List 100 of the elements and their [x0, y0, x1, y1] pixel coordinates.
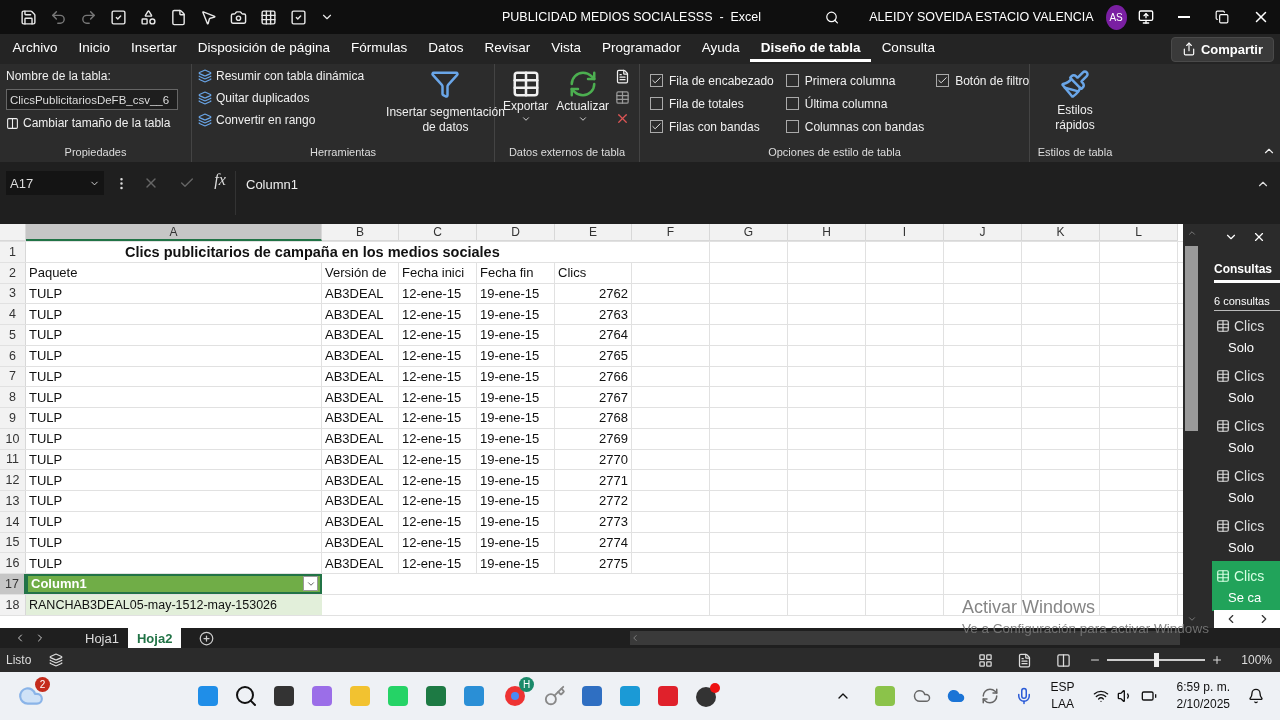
row-header[interactable]: 1 [0, 242, 26, 262]
checkbox-label[interactable]: Fila de totales [669, 96, 744, 111]
menu-tab[interactable]: Programador [591, 36, 692, 62]
quick-styles-button[interactable]: Estilos rápidos [1053, 69, 1097, 146]
name-box[interactable]: A17 [6, 171, 104, 195]
browser-icon[interactable] [615, 90, 631, 105]
file-icon[interactable] [170, 8, 187, 26]
office-icon[interactable] [656, 684, 680, 708]
row-header[interactable]: 3 [0, 283, 26, 304]
key-icon[interactable] [544, 685, 566, 707]
checkbox-icon[interactable] [110, 8, 127, 26]
row-header[interactable]: 9 [0, 408, 26, 428]
row-header[interactable]: 4 [0, 304, 26, 324]
grid-icon[interactable] [260, 8, 277, 26]
menu-tab[interactable]: Insertar [120, 36, 188, 62]
checkbox-label[interactable]: Fila de encabezado [669, 73, 774, 88]
sheet-tab[interactable]: Hoja2 [127, 628, 182, 648]
recorder-icon[interactable] [694, 683, 720, 709]
pointer-icon[interactable] [200, 8, 217, 26]
scroll-up-icon[interactable] [1186, 228, 1197, 238]
checkbox[interactable] [650, 74, 663, 87]
query-item[interactable]: Clics Solo [1212, 311, 1280, 361]
excel-icon[interactable] [424, 684, 448, 708]
menu-tab[interactable]: Archivo [2, 36, 68, 62]
monitor-icon[interactable] [462, 684, 486, 708]
checkbox-icon[interactable] [290, 8, 307, 26]
menu-tab[interactable]: Inicio [68, 36, 121, 62]
checkbox[interactable] [785, 74, 799, 87]
table-name-field[interactable]: ClicsPublicitariosDeFB_csv__6 [6, 89, 178, 110]
save-icon[interactable] [20, 8, 37, 26]
resize-table-button[interactable]: Cambiar tamaño de la tabla [6, 116, 178, 130]
column-header[interactable]: J [944, 224, 1022, 241]
sheet-tab[interactable]: Hoja1 [76, 628, 128, 648]
menu-tab[interactable]: Datos [417, 36, 474, 62]
menu-tab[interactable]: Vista [540, 36, 592, 62]
store-icon[interactable] [580, 684, 604, 708]
refresh-button[interactable]: Actualizar [554, 69, 612, 146]
column-header[interactable]: E [555, 224, 632, 241]
close-icon[interactable] [1252, 230, 1266, 244]
tool-button[interactable]: Convertir en rango [198, 113, 365, 127]
row-header[interactable]: 12 [0, 470, 26, 490]
clock[interactable]: 6:59 p. m. 2/10/2025 [1176, 679, 1230, 713]
menu-tab[interactable]: Disposición de página [187, 36, 341, 62]
query-item[interactable]: Clics Solo [1212, 461, 1280, 511]
column-header[interactable]: I [866, 224, 944, 241]
row-header[interactable]: 17 [0, 574, 26, 594]
sync-icon[interactable] [980, 687, 999, 705]
checkbox-label[interactable]: Primera columna [804, 73, 896, 88]
user-avatar[interactable]: AS [1105, 4, 1127, 30]
row-header[interactable]: 6 [0, 345, 26, 366]
column-header[interactable]: A [26, 224, 322, 241]
scroll-down-icon[interactable] [1186, 614, 1197, 624]
column-header[interactable]: F [632, 224, 710, 241]
query-item[interactable]: Clics Solo [1212, 361, 1280, 411]
cloud-icon[interactable] [912, 687, 931, 705]
checkbox[interactable] [650, 97, 663, 110]
tool-button[interactable]: Quitar duplicados [198, 91, 365, 105]
row-header[interactable]: 16 [0, 553, 26, 573]
column-header[interactable]: G [710, 224, 788, 241]
search-icon[interactable] [234, 684, 258, 708]
copilot-icon[interactable] [310, 684, 334, 708]
column-header[interactable]: C [399, 224, 477, 241]
column-header[interactable]: L [1100, 224, 1178, 241]
row-header[interactable]: 8 [0, 387, 26, 407]
checkbox[interactable] [785, 120, 799, 133]
shapes-icon[interactable] [140, 8, 157, 26]
task-view-icon[interactable] [272, 684, 296, 708]
row-header[interactable]: 11 [0, 449, 26, 470]
query-item[interactable]: Clics Solo [1212, 511, 1280, 561]
row-header[interactable]: 10 [0, 428, 26, 449]
tool-button[interactable]: Resumir con tabla dinámica [198, 69, 365, 83]
zoom-in-icon[interactable] [1211, 654, 1224, 666]
wifi-icon[interactable] [1092, 688, 1109, 704]
language-indicator[interactable]: ESP LAA [1050, 679, 1075, 713]
scroll-thumb[interactable] [1185, 246, 1198, 431]
page-break-icon[interactable] [1056, 652, 1072, 668]
undo-icon[interactable] [50, 8, 67, 26]
checkbox[interactable] [785, 97, 799, 110]
menu-tab[interactable]: Ayuda [691, 36, 751, 62]
checkbox-label[interactable]: Botón de filtro [955, 73, 1030, 88]
camera-icon[interactable] [230, 8, 247, 26]
insert-function-button[interactable]: fx [205, 171, 235, 189]
queries-tab[interactable]: Consultas [1214, 244, 1280, 283]
row-header[interactable]: 14 [0, 511, 26, 532]
accessibility-icon[interactable] [49, 653, 64, 667]
column-header[interactable]: K [1022, 224, 1100, 241]
column-header[interactable]: H [788, 224, 866, 241]
battery-icon[interactable] [1140, 688, 1157, 704]
add-sheet-icon[interactable] [199, 630, 215, 646]
checkbox-label[interactable]: Filas con bandas [669, 119, 760, 134]
edge-icon[interactable] [618, 684, 642, 708]
query-item[interactable]: Clics Solo [1212, 411, 1280, 461]
page-layout-icon[interactable] [1017, 652, 1033, 668]
column-header[interactable]: D [477, 224, 555, 241]
redo-icon[interactable] [80, 8, 97, 26]
start-icon[interactable] [196, 684, 220, 708]
column-header[interactable]: B [322, 224, 399, 241]
row-header[interactable]: 15 [0, 532, 26, 553]
checkbox[interactable] [936, 74, 950, 87]
notifications-icon[interactable] [1248, 688, 1264, 704]
